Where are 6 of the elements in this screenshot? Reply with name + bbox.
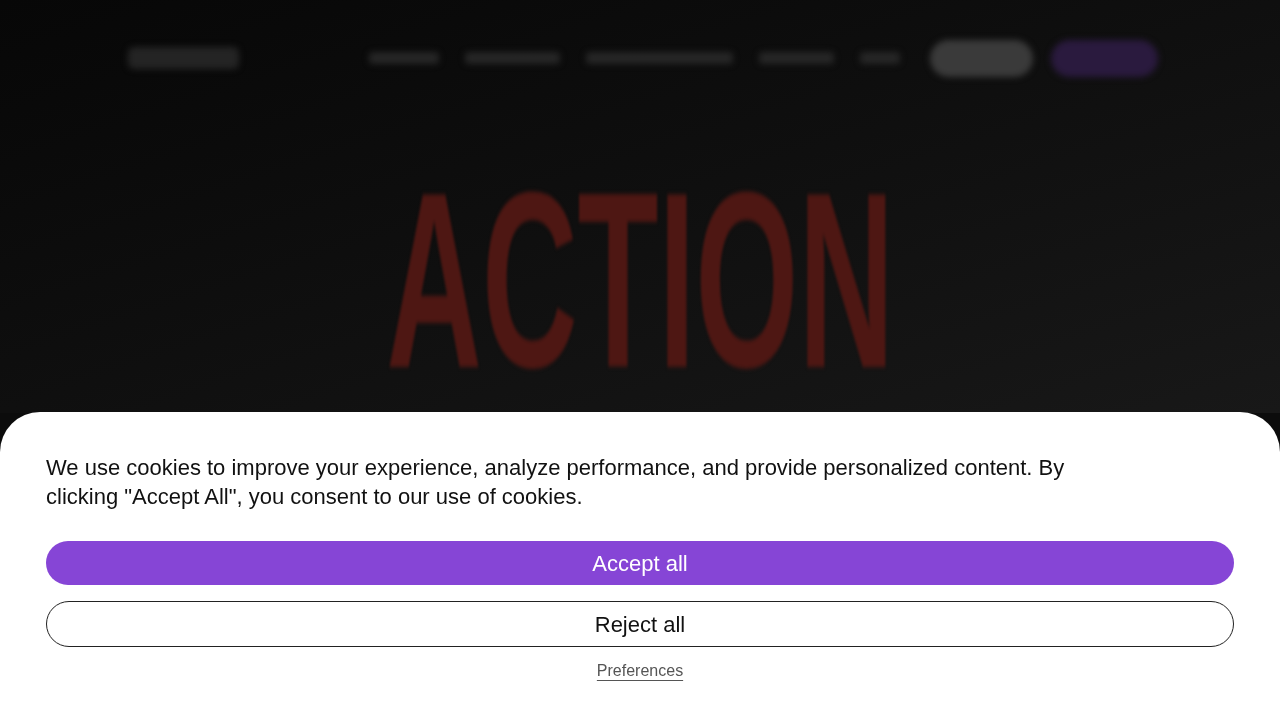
hero-heading: ACTION [386,186,894,376]
accept-button[interactable]: Accept all [46,541,1234,585]
blurred-text-bar [368,52,439,64]
reject-button[interactable]: Reject all [46,601,1234,647]
preferences-link[interactable]: Preferences [596,661,684,681]
cookie-message: We use cookies to improve your experience, analyze performance, and provide personalized content. By clicking "Accept All", you consent to our use of cookies. [46,454,1066,511]
